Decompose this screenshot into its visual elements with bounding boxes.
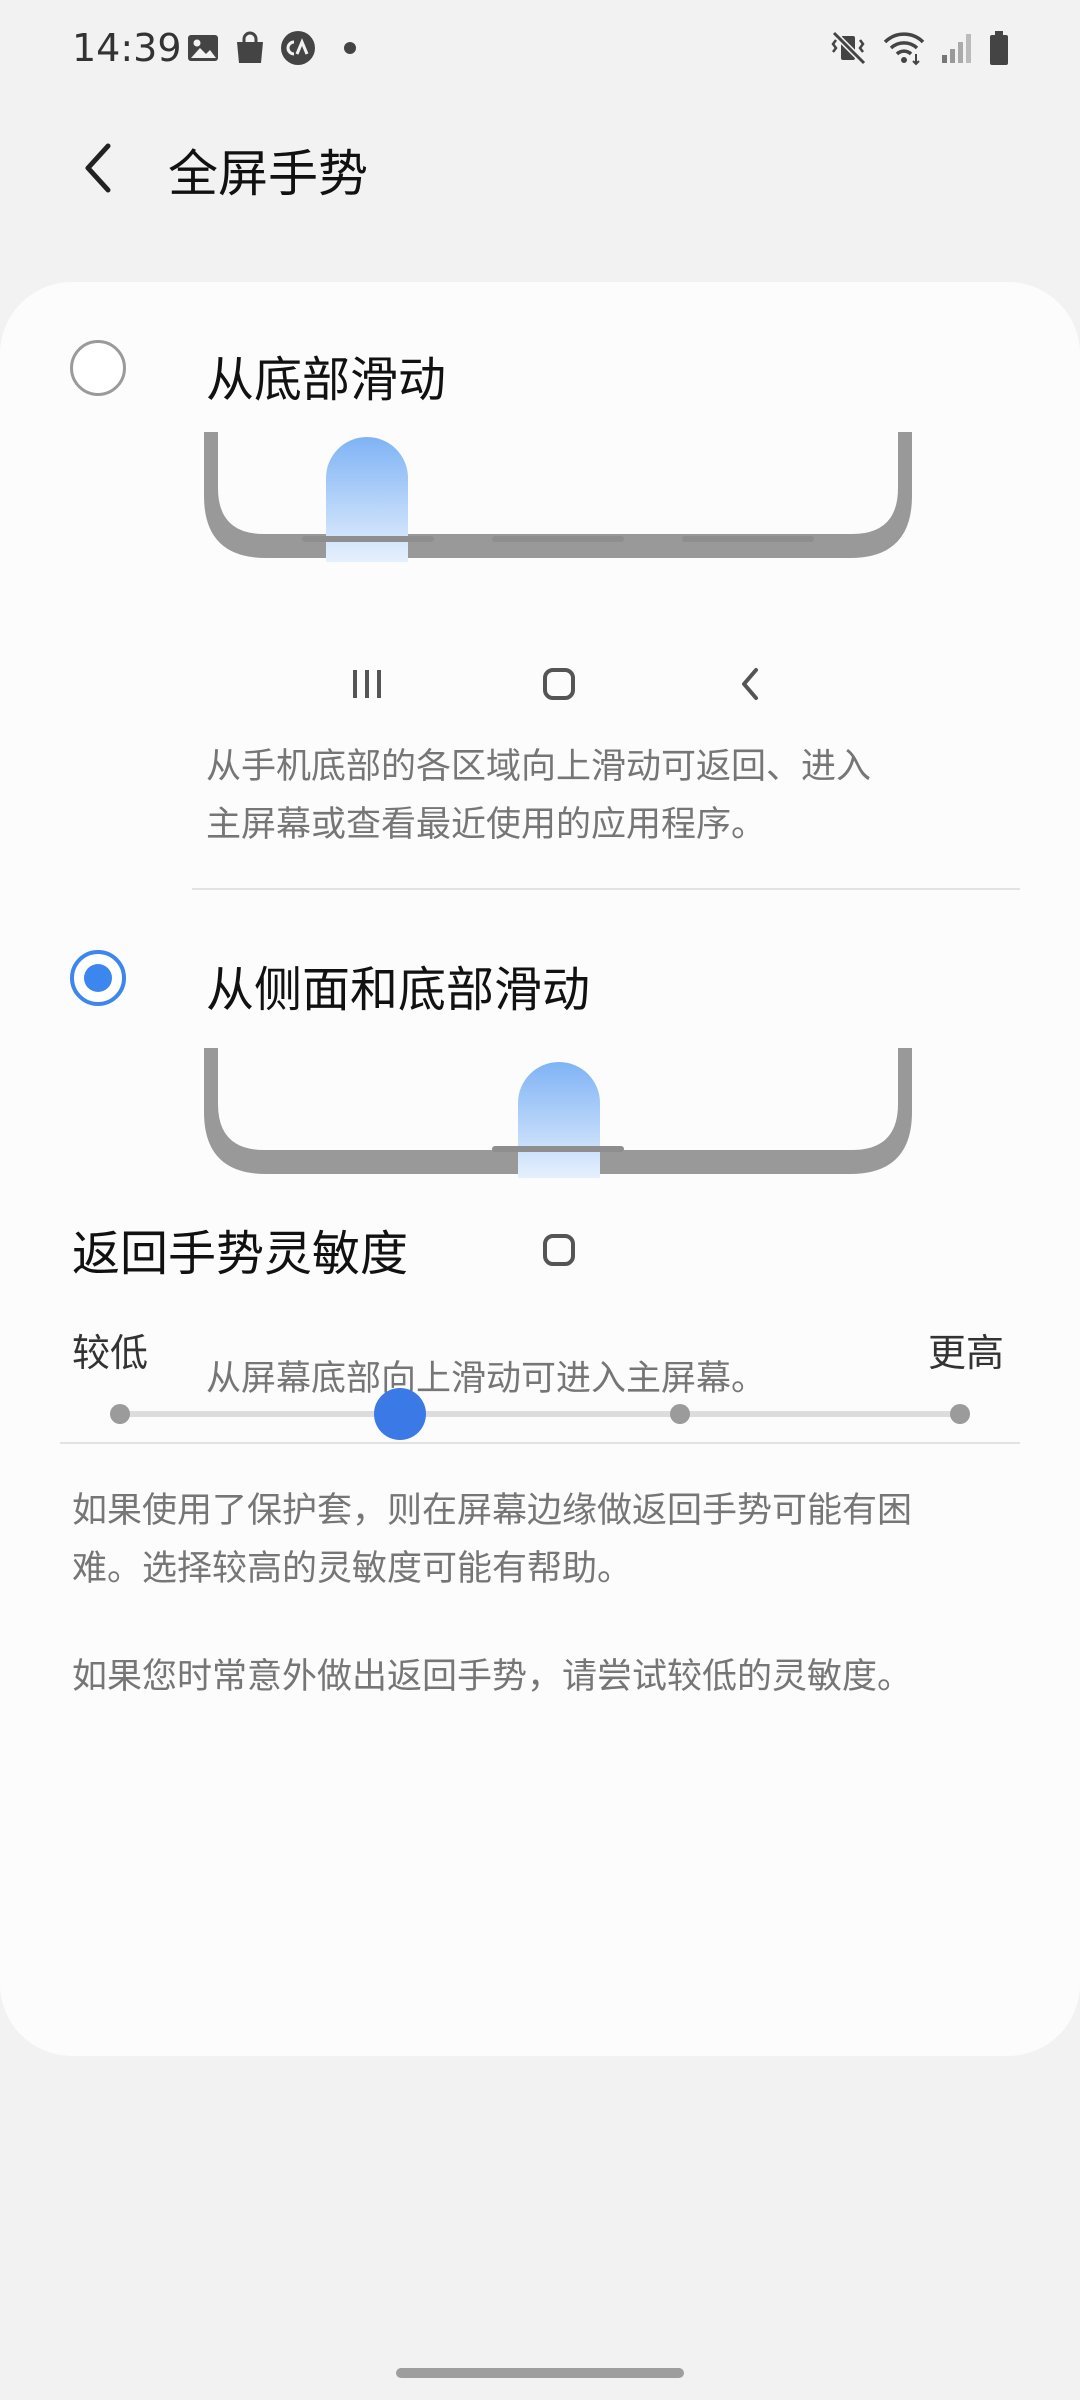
slider-track[interactable] xyxy=(120,1411,960,1417)
sensitivity-slider[interactable] xyxy=(100,1374,980,1454)
note-line: 如果使用了保护套，则在屏幕边缘做返回手势可能有困 xyxy=(72,1491,913,1531)
back-icon xyxy=(742,668,758,700)
home-icon xyxy=(543,1234,575,1266)
app-header: 全屏手势 xyxy=(0,110,1080,220)
accidental-note: 如果您时常意外做出返回手势，请尝试较低的灵敏度。 xyxy=(72,1648,1002,1706)
page-title: 全屏手势 xyxy=(168,145,368,203)
option-label: 从底部滑动 xyxy=(206,352,447,408)
note-line: 难。选择较高的灵敏度可能有帮助。 xyxy=(72,1549,633,1589)
wifi-icon xyxy=(883,32,925,66)
slider-tick[interactable] xyxy=(950,1404,970,1424)
gesture-bar-right xyxy=(682,536,814,542)
status-time: 14:39 xyxy=(72,26,182,70)
swipe-from-bottom-illustration xyxy=(204,432,912,700)
case-note: 如果使用了保护套，则在屏幕边缘做返回手势可能有困 难。选择较高的灵敏度可能有帮助… xyxy=(72,1482,1002,1598)
home-icon xyxy=(543,668,575,700)
slider-tick[interactable] xyxy=(670,1404,690,1424)
option-description: 从手机底部的各区域向上滑动可返回、进入 主屏幕或查看最近使用的应用程序。 xyxy=(206,738,966,854)
swipe-finger xyxy=(518,1062,600,1178)
ca-app-icon xyxy=(281,31,315,65)
description-line: 从手机底部的各区域向上滑动可返回、进入 xyxy=(206,747,872,787)
note-line: 如果您时常意外做出返回手势，请尝试较低的灵敏度。 xyxy=(72,1657,913,1697)
battery-icon xyxy=(990,31,1008,65)
gesture-bar-center xyxy=(492,536,624,542)
option-swipe-from-sides-and-bottom[interactable]: 从侧面和底部滑动 xyxy=(0,926,1080,1026)
radio-swipe-from-bottom[interactable] xyxy=(70,340,126,396)
slider-tick[interactable] xyxy=(110,1404,130,1424)
slider-thumb[interactable] xyxy=(374,1388,426,1440)
dot-icon xyxy=(344,42,356,54)
recents-icon xyxy=(353,670,381,698)
divider xyxy=(192,888,1020,890)
image-icon xyxy=(188,35,218,61)
option-swipe-from-bottom[interactable]: 从底部滑动 xyxy=(0,316,1080,416)
signal-icon xyxy=(942,34,971,63)
status-bar: 14:39 xyxy=(0,0,1080,100)
slider-high-label: 更高 xyxy=(928,1331,1005,1375)
settings-card: 从底部滑动 从手机底部的各区域向上滑动可返回、进入 主屏幕或查看最近使用的应用程… xyxy=(0,282,1080,2056)
option-label: 从侧面和底部滑动 xyxy=(206,962,591,1018)
chevron-left-icon xyxy=(85,143,111,193)
sensitivity-title: 返回手势灵敏度 xyxy=(72,1226,409,1282)
swipe-finger xyxy=(326,437,408,562)
slider-low-label: 较低 xyxy=(72,1331,149,1375)
gesture-bar xyxy=(492,1146,624,1152)
status-icons-left xyxy=(186,28,360,68)
back-button[interactable] xyxy=(58,128,138,208)
status-icons-right xyxy=(830,28,1010,68)
home-indicator[interactable] xyxy=(396,2368,684,2378)
radio-swipe-from-sides-and-bottom[interactable] xyxy=(70,950,126,1006)
mute-vibrate-icon xyxy=(831,30,867,66)
description-line: 主屏幕或查看最近使用的应用程序。 xyxy=(206,805,767,845)
gesture-bar-left xyxy=(302,536,434,542)
shopping-bag-icon xyxy=(237,31,263,63)
